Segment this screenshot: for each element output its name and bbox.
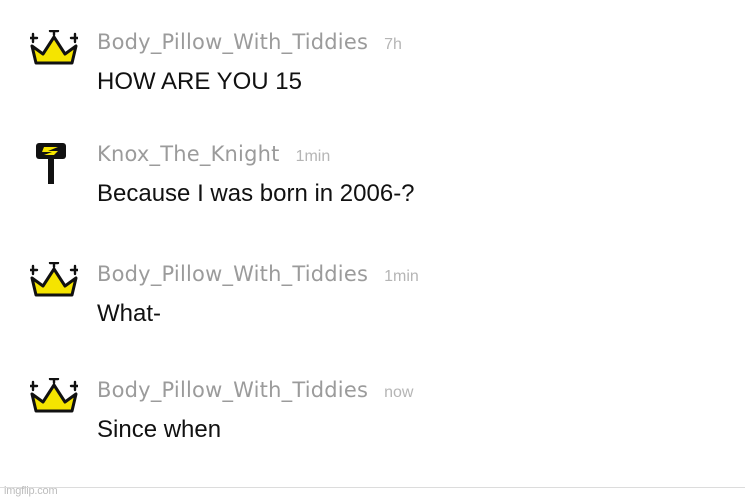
- comment-text: Since when: [97, 416, 222, 443]
- footer-divider: [0, 487, 745, 488]
- crown-icon[interactable]: [30, 378, 78, 418]
- comment-item: Body_Pillow_With_Tiddies 7h HOW ARE YOU 1…: [0, 30, 745, 130]
- comment-header: Body_Pillow_With_Tiddies 7h: [97, 30, 402, 60]
- username[interactable]: Body_Pillow_With_Tiddies: [97, 30, 368, 54]
- comment-text: HOW ARE YOU 15: [97, 68, 302, 95]
- username[interactable]: Body_Pillow_With_Tiddies: [97, 378, 368, 402]
- crown-icon[interactable]: [30, 30, 78, 70]
- comment-item: Body_Pillow_With_Tiddies 1min What-: [0, 262, 745, 362]
- comment-item: Body_Pillow_With_Tiddies now Since when: [0, 378, 745, 478]
- username[interactable]: Knox_The_Knight: [97, 142, 280, 166]
- crown-icon[interactable]: [30, 262, 78, 302]
- comment-item: Knox_The_Knight 1min Because I was born i…: [0, 142, 745, 242]
- comment-header: Knox_The_Knight 1min: [97, 142, 330, 172]
- comment-header: Body_Pillow_With_Tiddies 1min: [97, 262, 419, 292]
- timestamp: 7h: [384, 36, 402, 53]
- timestamp: now: [384, 384, 414, 401]
- comment-header: Body_Pillow_With_Tiddies now: [97, 378, 413, 408]
- username[interactable]: Body_Pillow_With_Tiddies: [97, 262, 368, 286]
- comment-text: What-: [97, 300, 162, 327]
- watermark: imgflip.com: [4, 485, 58, 497]
- timestamp: 1min: [384, 268, 419, 285]
- hammer-icon[interactable]: [30, 142, 78, 184]
- comment-text: Because I was born in 2006-?: [97, 180, 415, 207]
- timestamp: 1min: [295, 148, 331, 165]
